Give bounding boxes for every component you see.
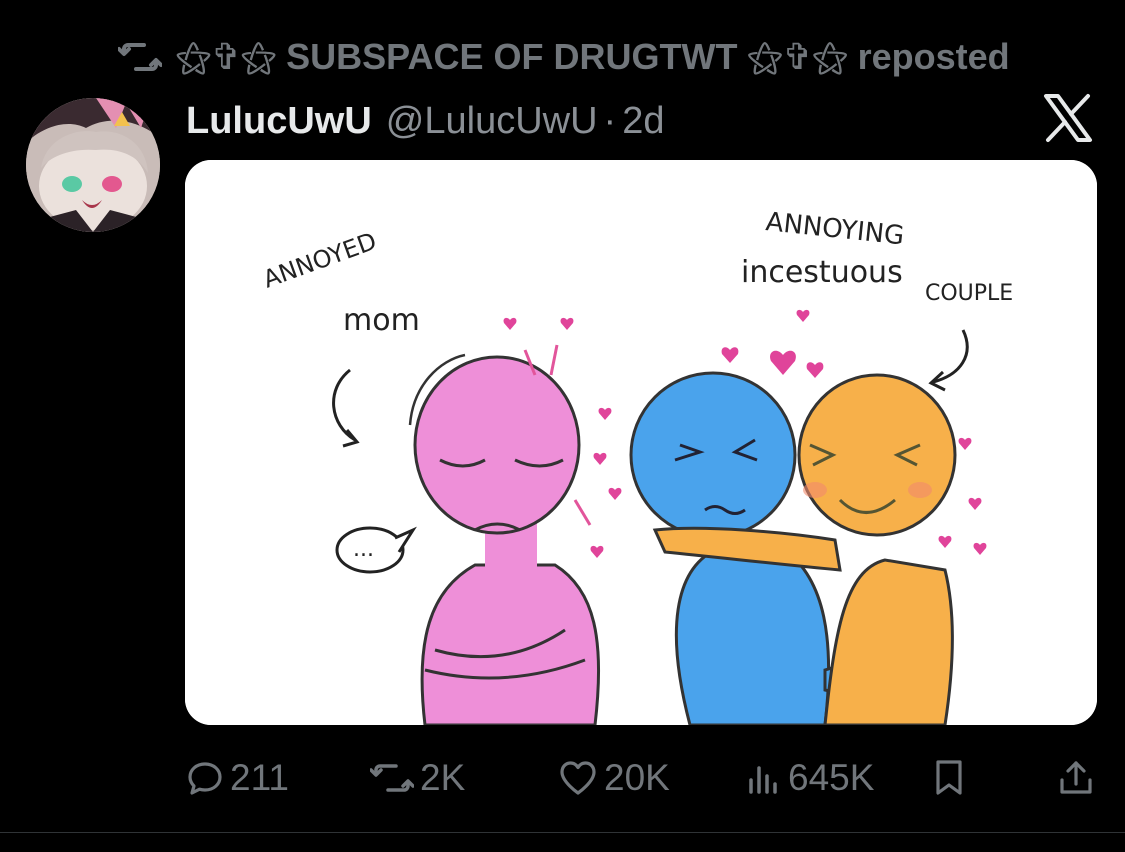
views-button[interactable]: 645K: [746, 748, 874, 808]
speech-bubble-text: ...: [353, 537, 374, 562]
repost-icon: [370, 760, 414, 796]
share-icon: [1058, 758, 1094, 798]
repost-context[interactable]: ⚝✞⚝ SUBSPACE OF DRUGTWT ⚝✞⚝ reposted: [118, 34, 1010, 80]
reply-count: 211: [230, 757, 289, 798]
bookmark-button[interactable]: [932, 748, 966, 808]
repost-count: 2K: [420, 757, 466, 798]
views-count: 645K: [788, 757, 875, 798]
repost-icon: [118, 39, 162, 75]
reply-icon: [186, 759, 224, 797]
heart-icon: [558, 759, 598, 797]
share-button[interactable]: [1058, 748, 1094, 808]
separator-dot: ·: [603, 99, 617, 142]
repost-button[interactable]: 2K: [370, 748, 465, 808]
views-icon: [746, 760, 782, 796]
bottom-divider: [0, 832, 1125, 833]
like-button[interactable]: 20K: [558, 748, 670, 808]
repost-label: ⚝✞⚝ SUBSPACE OF DRUGTWT ⚝✞⚝ reposted: [176, 35, 1010, 77]
reply-button[interactable]: 211: [186, 748, 289, 808]
bookmark-icon: [932, 758, 966, 798]
post-time[interactable]: 2d: [622, 100, 664, 143]
label-couple-line3: COUPLE: [925, 281, 1013, 306]
label-mom-line2: mom: [343, 303, 420, 338]
display-name[interactable]: LulucUwU: [186, 100, 372, 143]
post-media-image[interactable]: ANNOYED mom ANNOYING incestuous COUPLE .…: [185, 160, 1097, 725]
post-header: LulucUwU @LulucUwU · 2d: [186, 96, 664, 146]
x-logo-icon[interactable]: [1042, 92, 1094, 144]
user-handle[interactable]: @LulucUwU: [386, 100, 598, 143]
action-bar: 211 2K 20K 645K: [0, 748, 1125, 808]
label-couple-line2: incestuous: [741, 255, 903, 290]
like-count: 20K: [604, 757, 670, 798]
avatar[interactable]: [26, 98, 160, 232]
